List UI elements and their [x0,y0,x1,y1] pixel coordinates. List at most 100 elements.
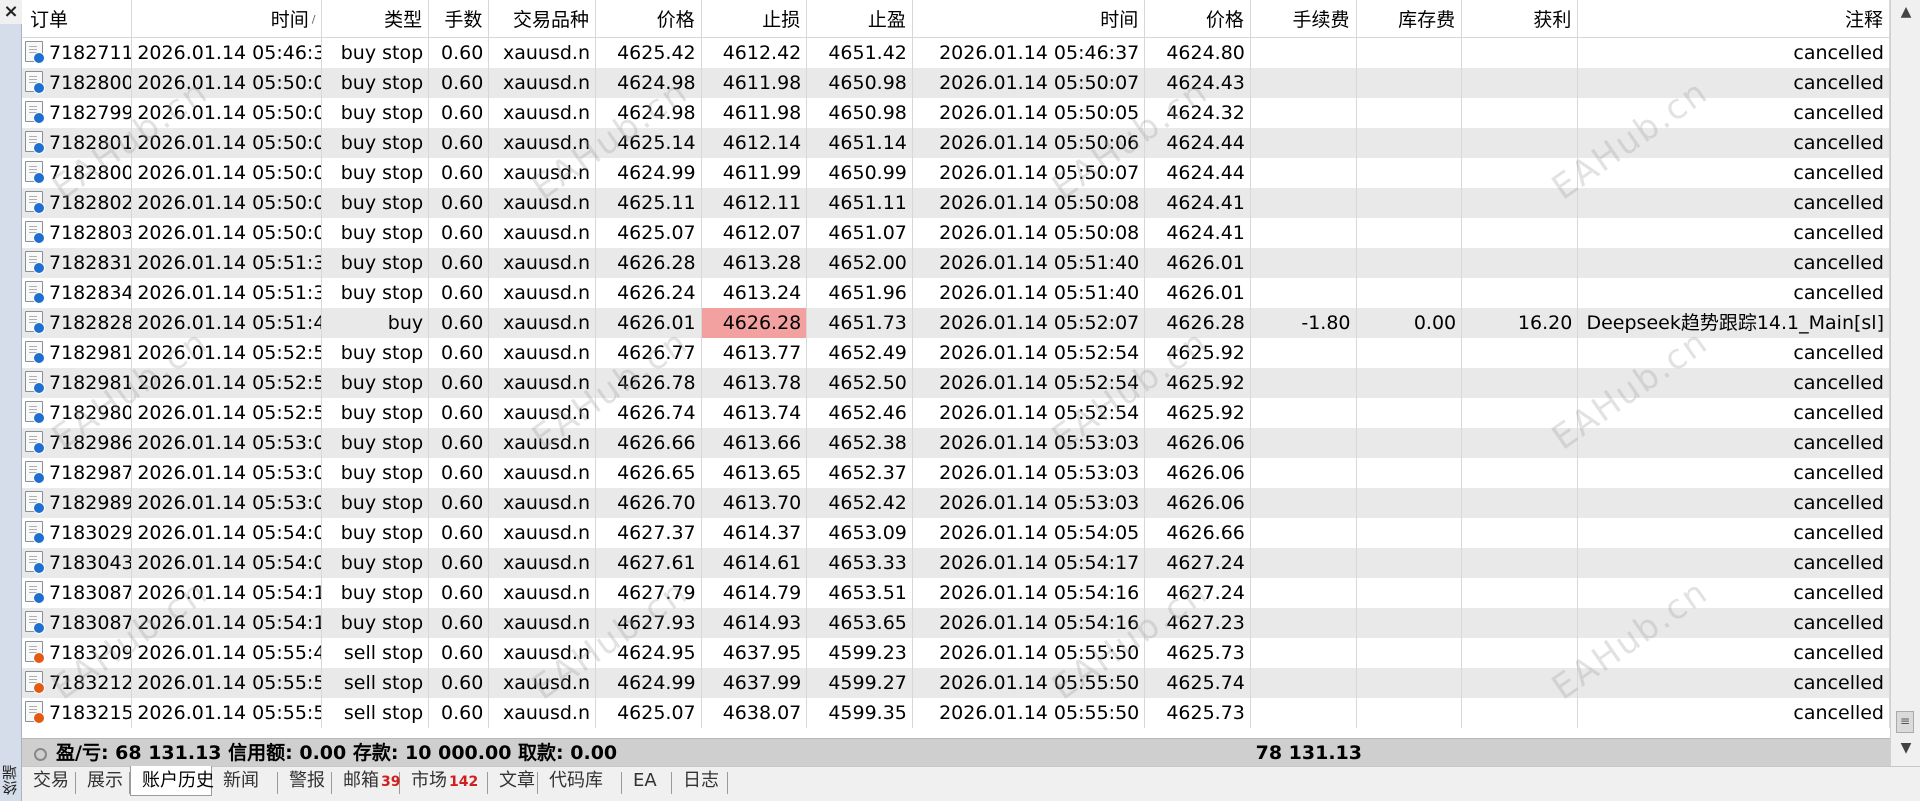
table-row[interactable]: 71829894 2026.01.14 05:53:02 buy stop 0.60 x… [22,487,1890,518]
cell-commission [1250,277,1357,308]
table-row[interactable]: 71828005 2026.01.14 05:50:05 buy stop 0.60 x… [22,67,1890,98]
column-header-type[interactable]: 类型 [321,0,430,38]
cell-comment: cancelled [1577,217,1890,248]
cell-tp: 4652.00 [806,247,913,278]
tab-6[interactable]: 邮箱 39 [332,772,400,794]
tab-4[interactable]: 新闻 [212,772,278,794]
cell-value: 2026.01.14 05:53:02 [137,491,322,514]
cell-value: 0.60 [441,251,484,274]
column-header-comment[interactable]: 注释 [1577,0,1890,38]
table-row[interactable]: 71828013 2026.01.14 05:50:06 buy stop 0.60 x… [22,127,1890,158]
cell-close-price: 4626.28 [1144,307,1251,338]
table-row[interactable]: 71827113 2026.01.14 05:46:36 buy stop 0.60 x… [22,37,1890,68]
column-header-open-price[interactable]: 价格 [595,0,702,38]
scroll-up-icon[interactable]: ▲ [1895,2,1917,22]
tab-10[interactable]: EA [622,772,672,794]
tab-3[interactable]: 账户历史 [130,766,214,796]
table-row[interactable]: 71829811 2026.01.14 05:52:51 buy stop 0.60 x… [22,337,1890,368]
cell-value: 16.20 [1517,311,1573,334]
cell-close-time: 2026.01.14 05:53:03 [912,457,1146,488]
table-row[interactable]: 71829872 2026.01.14 05:53:02 buy stop 0.60 x… [22,457,1890,488]
cell-type: buy stop [321,97,430,128]
table-row[interactable]: 71828006 2026.01.14 05:50:06 buy stop 0.60 x… [22,157,1890,188]
cell-value: 2026.01.14 05:55:50 [939,671,1140,694]
cell-value: xauusd.n [503,131,591,154]
cell-value: 4624.43 [1166,71,1245,94]
tab-11[interactable]: 日志 [672,772,728,794]
cell-ticket: 71832125 [22,667,133,698]
column-header-swap[interactable]: 库存费 [1356,0,1463,38]
table-row[interactable]: 71830879 2026.01.14 05:54:13 buy stop 0.60 x… [22,607,1890,638]
table-row[interactable]: 71828028 2026.01.14 05:50:07 buy stop 0.60 x… [22,187,1890,218]
tab-8[interactable]: 文章 [488,772,538,794]
cell-value: 71828006 [49,161,131,184]
cell-value: sell stop [343,701,424,724]
cell-value: 2026.01.14 05:53:03 [939,491,1140,514]
cell-profit [1461,547,1579,578]
vertical-scrollbar[interactable]: ▲ ≡ ▼ [1890,0,1920,766]
cell-value: buy stop [340,431,424,454]
scroll-grip-icon[interactable]: ≡ [1896,711,1914,733]
cell-comment: Deepseek趋势跟踪14.1_Main[sl] [1577,307,1890,338]
table-row[interactable]: 71830433 2026.01.14 05:54:07 buy stop 0.60 x… [22,547,1890,578]
column-header-symbol[interactable]: 交易品种 [488,0,597,38]
cell-symbol: xauusd.n [488,127,597,158]
cell-lots: 0.60 [428,427,490,458]
cell-value: cancelled [1793,71,1884,94]
table-row[interactable]: 71832093 2026.01.14 05:55:49 sell stop 0.60… [22,637,1890,668]
cell-value: 4624.98 [617,71,696,94]
table-row[interactable]: 71829866 2026.01.14 05:53:02 buy stop 0.60 x… [22,427,1890,458]
cell-type: buy [321,307,430,338]
cell-comment: cancelled [1577,97,1890,128]
table-row[interactable]: 71832125 2026.01.14 05:55:50 sell stop 0.60… [22,667,1890,698]
table-row[interactable]: 71830293 2026.01.14 05:54:05 buy stop 0.60 x… [22,517,1890,548]
cell-value: xauusd.n [503,551,591,574]
column-header-tp[interactable]: 止盈 [806,0,913,38]
terminal-vertical-title: 终端 [1,765,19,795]
table-row[interactable]: 71828030 2026.01.14 05:50:07 buy stop 0.60 x… [22,217,1890,248]
column-header-open-time[interactable]: 时间 / [131,0,323,38]
cell-profit [1461,97,1579,128]
table-row[interactable]: 71832155 2026.01.14 05:55:50 sell stop 0.60… [22,697,1890,728]
cell-type: buy stop [321,517,430,548]
table-row[interactable]: 71828348 2026.01.14 05:51:34 buy stop 0.60 x… [22,277,1890,308]
column-header-lots[interactable]: 手数 [428,0,490,38]
cell-type: buy stop [321,217,430,248]
tab-2[interactable]: 展示 [76,772,130,794]
column-header-label: 库存费 [1398,8,1456,31]
pending-buy-icon [25,280,45,304]
tab-5[interactable]: 警报 [278,772,332,794]
cell-value: 2026.01.14 05:52:54 [939,401,1140,424]
cell-value: 4624.44 [1166,161,1245,184]
cell-tp: 4651.14 [806,127,913,158]
tab-1[interactable]: 交易 [22,772,76,794]
column-header-ticket[interactable]: 订单 [22,0,133,38]
column-header-close-time[interactable]: 时间 [912,0,1146,38]
table-row[interactable]: 71828289 2026.01.14 05:51:40 buy 0.60 xauusd… [22,307,1890,338]
cell-value: xauusd.n [503,281,591,304]
table-row[interactable]: 71829816 2026.01.14 05:52:51 buy stop 0.60 x… [22,367,1890,398]
column-header-commission[interactable]: 手续费 [1250,0,1357,38]
cell-value: 0.60 [441,341,484,364]
cell-comment: cancelled [1577,457,1890,488]
cell-value: cancelled [1793,251,1884,274]
table-row[interactable]: 71830871 2026.01.14 05:54:13 buy stop 0.60 x… [22,577,1890,608]
cell-value: buy stop [340,551,424,574]
tab-9[interactable]: 代码库 [538,772,622,794]
tab-7[interactable]: 市场 142 [400,772,488,794]
column-header-close-price[interactable]: 价格 [1144,0,1251,38]
table-row[interactable]: 71828315 2026.01.14 05:51:33 buy stop 0.60 x… [22,247,1890,278]
table-row[interactable]: 71829806 2026.01.14 05:52:51 buy stop 0.60 x… [22,397,1890,428]
cell-symbol: xauusd.n [488,367,597,398]
scroll-down-icon[interactable]: ▼ [1895,738,1917,758]
cell-value: 4626.74 [617,401,696,424]
table-row[interactable]: 71827990 2026.01.14 05:50:05 buy stop 0.60 x… [22,97,1890,128]
cell-type: buy stop [321,127,430,158]
column-header-profit[interactable]: 获利 [1461,0,1579,38]
close-icon[interactable]: × [0,0,22,24]
column-header-sl[interactable]: 止损 [701,0,808,38]
cell-value: 0.60 [441,221,484,244]
cell-close-price: 4627.24 [1144,577,1251,608]
cell-profit [1461,187,1579,218]
column-header-label: 交易品种 [513,8,590,31]
